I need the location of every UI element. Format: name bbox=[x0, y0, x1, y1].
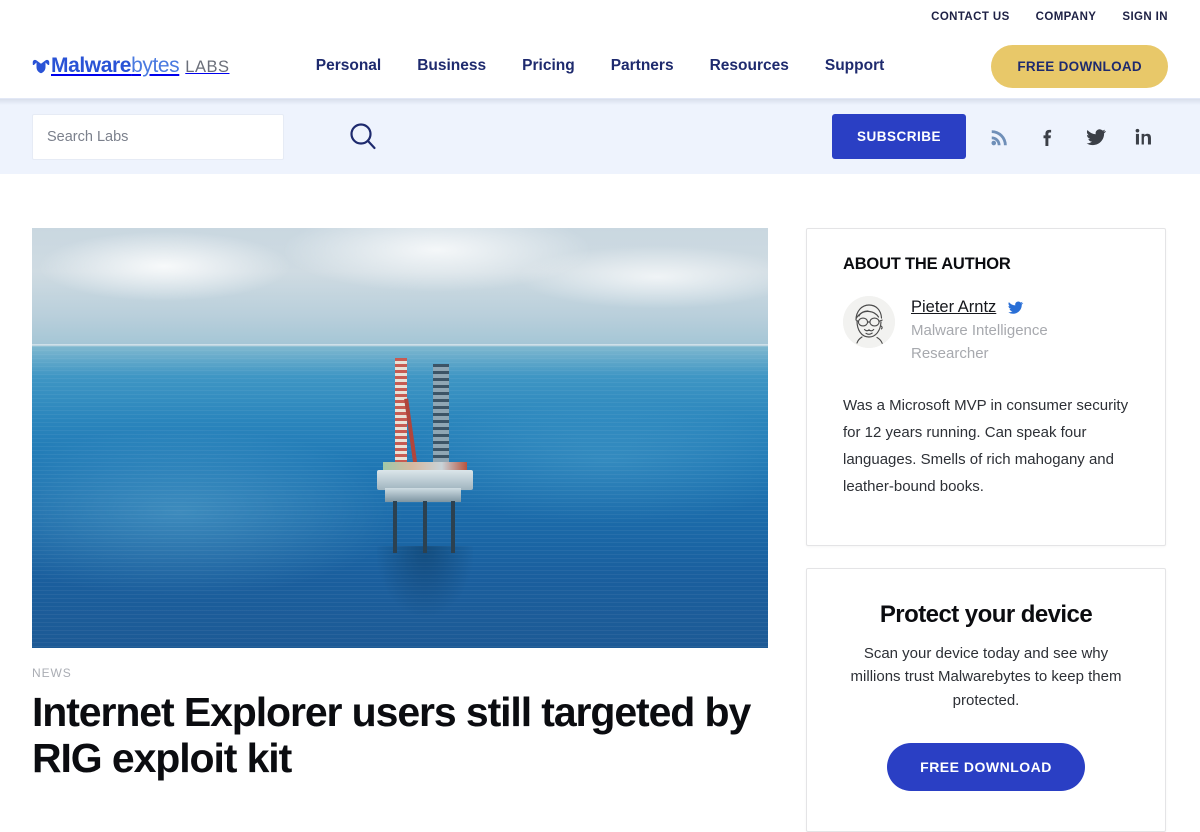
nav-item-support[interactable]: Support bbox=[825, 57, 884, 75]
article-column: NEWS Internet Explorer users still targe… bbox=[32, 228, 768, 782]
author-name-link[interactable]: Pieter Arntz bbox=[911, 298, 996, 317]
oil-rig-illustration bbox=[371, 358, 481, 648]
social-link-facebook[interactable] bbox=[1024, 115, 1072, 159]
rss-icon bbox=[989, 126, 1011, 148]
nav-item-partners[interactable]: Partners bbox=[611, 57, 674, 75]
author-twitter-link[interactable] bbox=[1007, 299, 1024, 316]
author-row: Pieter Arntz Malware Intelligence Resear… bbox=[843, 296, 1129, 366]
logo-text-bytes: bytes bbox=[131, 54, 180, 77]
nav-item-business[interactable]: Business bbox=[417, 57, 486, 75]
subscribe-button[interactable]: SUBSCRIBE bbox=[831, 114, 966, 159]
search-icon bbox=[346, 120, 380, 154]
linkedin-icon bbox=[1133, 126, 1155, 148]
author-bio: Was a Microsoft MVP in consumer security… bbox=[843, 396, 1129, 495]
search-subscribe-bar: SUBSCRIBE bbox=[0, 98, 1200, 174]
social-link-linkedin[interactable] bbox=[1120, 115, 1168, 159]
search-input[interactable] bbox=[32, 113, 284, 160]
utility-bar: CONTACT US COMPANY SIGN IN bbox=[0, 0, 1200, 34]
hero-clouds bbox=[32, 228, 768, 338]
social-links bbox=[976, 115, 1168, 159]
protect-your-device-card: Protect your device Scan your device tod… bbox=[806, 567, 1166, 832]
article-hero-image bbox=[32, 228, 768, 648]
logo-text-labs: LABS bbox=[185, 58, 230, 76]
twitter-icon bbox=[1007, 301, 1024, 320]
malwarebytes-m-icon bbox=[32, 57, 50, 75]
sidebar: ABOUT THE AUTHOR Pieter Arntz Malware In… bbox=[806, 228, 1166, 832]
article-category-label[interactable]: NEWS bbox=[32, 666, 768, 680]
nav-item-resources[interactable]: Resources bbox=[710, 57, 789, 75]
logo-text-malware: Malware bbox=[51, 54, 132, 77]
hero-horizon-line bbox=[32, 343, 768, 347]
twitter-icon bbox=[1085, 126, 1107, 148]
author-role: Malware Intelligence Researcher bbox=[911, 322, 1048, 362]
site-logo[interactable]: Malware bytes LABS bbox=[32, 54, 229, 78]
about-the-author-card: ABOUT THE AUTHOR Pieter Arntz Malware In… bbox=[806, 228, 1166, 546]
page-body: NEWS Internet Explorer users still targe… bbox=[0, 174, 1200, 832]
header-free-download-button[interactable]: FREE DOWNLOAD bbox=[991, 44, 1168, 88]
promo-description: Scan your device today and see why milli… bbox=[850, 644, 1122, 709]
subscribe-and-social-group: SUBSCRIBE bbox=[831, 114, 1168, 159]
author-meta: Pieter Arntz Malware Intelligence Resear… bbox=[911, 296, 1096, 366]
social-link-twitter[interactable] bbox=[1072, 115, 1120, 159]
article-title[interactable]: Internet Explorer users still targeted b… bbox=[32, 689, 768, 782]
utility-link-sign-in[interactable]: SIGN IN bbox=[1122, 11, 1168, 23]
nav-item-pricing[interactable]: Pricing bbox=[522, 57, 575, 75]
promo-title: Protect your device bbox=[879, 600, 1093, 628]
main-nav: Personal Business Pricing Partners Resou… bbox=[316, 57, 885, 75]
utility-link-contact-us[interactable]: CONTACT US bbox=[931, 11, 1010, 23]
utility-link-company[interactable]: COMPANY bbox=[1036, 11, 1097, 23]
author-avatar bbox=[843, 296, 895, 348]
main-header: Malware bytes LABS Personal Business Pri… bbox=[0, 34, 1200, 98]
search-submit-button[interactable] bbox=[346, 120, 380, 154]
facebook-icon bbox=[1037, 126, 1059, 148]
nav-item-personal[interactable]: Personal bbox=[316, 57, 381, 75]
about-author-heading: ABOUT THE AUTHOR bbox=[843, 255, 1011, 273]
promo-free-download-button[interactable]: FREE DOWNLOAD bbox=[887, 743, 1085, 792]
social-link-rss[interactable] bbox=[976, 115, 1024, 159]
author-name-row: Pieter Arntz bbox=[911, 298, 1096, 317]
